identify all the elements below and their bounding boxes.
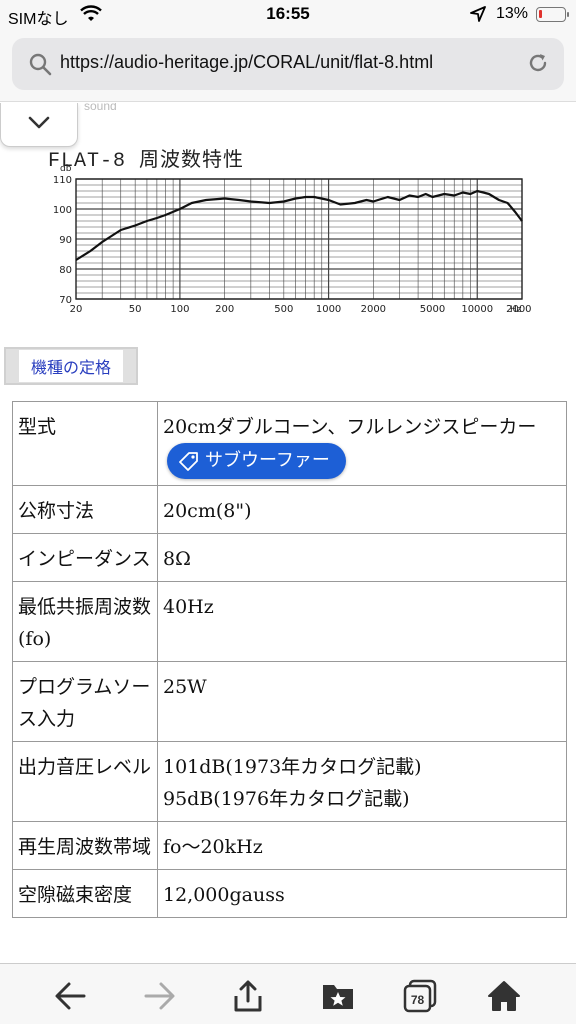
tab-count: 78 bbox=[411, 993, 425, 1007]
status-bar: SIMなし 16:55 13% bbox=[0, 0, 576, 30]
y-tick-label: 100 bbox=[53, 205, 72, 216]
spec-section-label: 機種の定格 bbox=[18, 350, 123, 382]
battery-percentage: 13% bbox=[496, 5, 529, 22]
bookmarks-folder-icon[interactable] bbox=[320, 978, 356, 1014]
spec-value: 12,000gauss bbox=[157, 869, 567, 918]
spec-key: プログラムソース入力 bbox=[12, 661, 158, 742]
url-text[interactable]: https://audio-heritage.jp/CORAL/unit/fla… bbox=[60, 52, 433, 73]
spec-key: インピーダンス bbox=[12, 533, 158, 582]
spec-key: 型式 bbox=[12, 401, 158, 486]
graph-title: FLAT-8 周波数特性 bbox=[48, 150, 245, 173]
tabs-icon[interactable]: 78 bbox=[402, 978, 438, 1014]
x-tick-label: 1000 bbox=[316, 304, 341, 315]
spec-key: 出力音圧レベル bbox=[12, 741, 158, 822]
spec-key: 再生周波数帯域 bbox=[12, 821, 158, 870]
spec-value: 8Ω bbox=[157, 533, 567, 582]
collapse-header-button[interactable] bbox=[0, 103, 78, 147]
y-tick-label: 90 bbox=[59, 235, 72, 246]
x-tick-label: 500 bbox=[274, 304, 293, 315]
spec-value-text: 20cmダブルコーン、フルレンジスピーカー bbox=[163, 416, 537, 438]
location-arrow-icon bbox=[470, 6, 486, 26]
spec-table: 型式 20cmダブルコーン、フルレンジスピーカーサブウーファー 公称寸法 20c… bbox=[12, 401, 567, 918]
browser-toolbar: 78 bbox=[0, 963, 576, 1024]
x-tick-label: 2000 bbox=[361, 304, 386, 315]
back-arrow-icon[interactable] bbox=[52, 978, 88, 1014]
frequency-response-graph: FLAT-8 周波数特性 70 80 90 100 110 20 50 100 200 500 10… bbox=[44, 139, 538, 325]
y-tick-label: 80 bbox=[59, 265, 72, 276]
address-bar-area: https://audio-heritage.jp/CORAL/unit/fla… bbox=[0, 30, 576, 102]
tag-pill-label: サブウーファー bbox=[205, 450, 330, 471]
table-row: プログラムソース入力 25W bbox=[12, 661, 567, 742]
address-bar[interactable]: https://audio-heritage.jp/CORAL/unit/fla… bbox=[12, 38, 564, 90]
spec-value: fo〜20kHz bbox=[157, 821, 567, 870]
x-tick-label: 200 bbox=[215, 304, 234, 315]
x-unit-label: Hz bbox=[510, 305, 522, 315]
x-tick-label: 10000 bbox=[461, 304, 493, 315]
search-icon bbox=[28, 52, 52, 80]
forward-arrow-icon[interactable] bbox=[142, 978, 178, 1014]
clock: 16:55 bbox=[266, 4, 310, 23]
tag-pill-button[interactable]: サブウーファー bbox=[167, 443, 346, 479]
spec-value: 20cm(8") bbox=[157, 485, 567, 534]
battery-icon bbox=[536, 7, 569, 22]
spec-value: 25W bbox=[157, 661, 567, 742]
spec-key: 最低共振周波数(fo) bbox=[12, 581, 158, 662]
x-tick-label: 20 bbox=[70, 304, 83, 315]
table-row: 出力音圧レベル 101dB(1973年カタログ記載) 95dB(1976年カタログ… bbox=[12, 741, 567, 822]
chevron-down-icon bbox=[28, 115, 50, 134]
spec-key: 空隙磁束密度 bbox=[12, 869, 158, 918]
spec-value-line: 95dB(1976年カタログ記載) bbox=[163, 788, 410, 810]
spec-value-line: 101dB(1973年カタログ記載) bbox=[163, 756, 422, 778]
table-row: 空隙磁束密度 12,000gauss bbox=[12, 869, 567, 918]
header-faint-text: sound bbox=[84, 103, 117, 113]
spec-section-button[interactable]: 機種の定格 bbox=[4, 347, 138, 385]
spec-value: 101dB(1973年カタログ記載) 95dB(1976年カタログ記載) bbox=[157, 741, 567, 822]
reload-icon[interactable] bbox=[526, 51, 550, 79]
y-tick-label: 110 bbox=[53, 175, 72, 186]
home-icon[interactable] bbox=[486, 978, 522, 1014]
x-tick-label: 50 bbox=[129, 304, 142, 315]
table-row: 公称寸法 20cm(8") bbox=[12, 485, 567, 534]
table-row: インピーダンス 8Ω bbox=[12, 533, 567, 582]
table-row: 型式 20cmダブルコーン、フルレンジスピーカーサブウーファー bbox=[12, 401, 567, 486]
x-tick-label: 5000 bbox=[420, 304, 445, 315]
page-content: sound FLAT-8 周波数特性 70 80 90 100 110 20 50 100 20… bbox=[0, 103, 576, 963]
tag-icon bbox=[179, 452, 198, 471]
table-row: 再生周波数帯域 fo〜20kHz bbox=[12, 821, 567, 870]
share-icon[interactable] bbox=[230, 978, 266, 1014]
spec-value: 40Hz bbox=[157, 581, 567, 662]
response-curve bbox=[75, 189, 523, 261]
spec-key: 公称寸法 bbox=[12, 485, 158, 534]
table-row: 最低共振周波数(fo) 40Hz bbox=[12, 581, 567, 662]
spec-value: 20cmダブルコーン、フルレンジスピーカーサブウーファー bbox=[157, 401, 567, 486]
x-tick-label: 100 bbox=[170, 304, 189, 315]
